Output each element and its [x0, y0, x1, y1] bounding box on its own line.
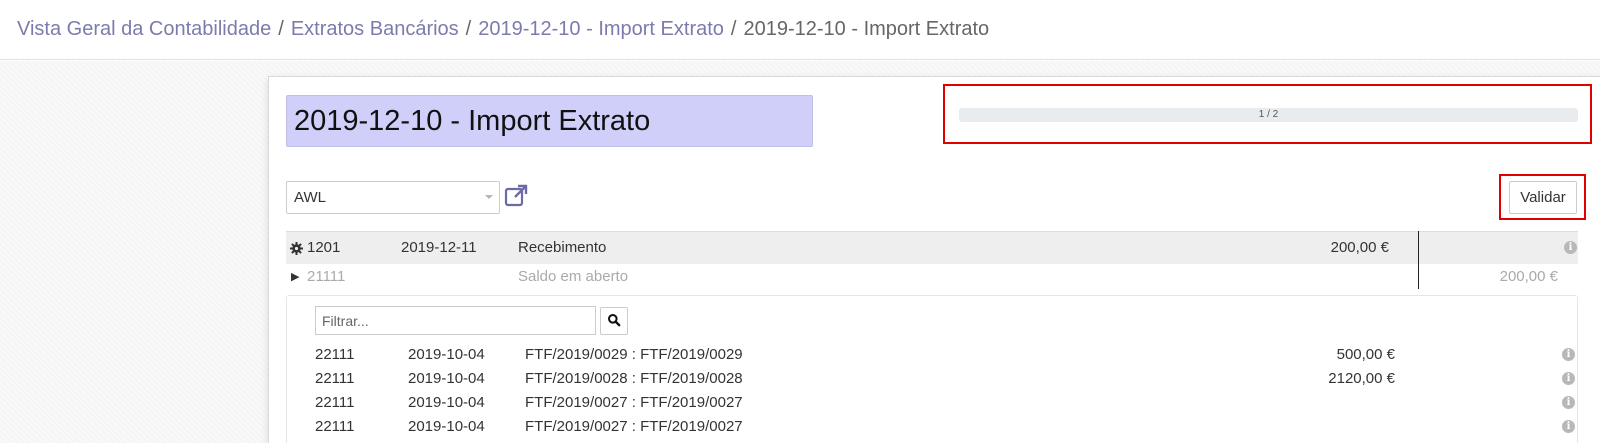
gear-icon[interactable] [290, 242, 303, 255]
info-icon[interactable]: i [1562, 396, 1575, 409]
statement-line-label: Recebimento [518, 239, 607, 256]
proposition-account: 22111 [315, 346, 355, 363]
statement-line-date: 2019-12-11 [401, 239, 477, 256]
statement-line-amount: 200,00 € [1330, 239, 1389, 256]
validate-button[interactable]: Validar [1509, 181, 1577, 214]
breadcrumb-bank-statements[interactable]: Extratos Bancários [291, 18, 459, 41]
proposition-row[interactable]: 22111 2019-10-04 FTF/2019/0027 : FTF/201… [315, 415, 1590, 439]
proposition-date: 2019-10-04 [408, 418, 485, 435]
proposition-label: FTF/2019/0027 : FTF/2019/0027 [525, 418, 743, 435]
statement-title: 2019-12-10 - Import Extrato [286, 95, 813, 147]
column-divider [1418, 231, 1419, 289]
proposition-row[interactable]: 22111 2019-10-04 FTF/2019/0028 : FTF/201… [315, 367, 1590, 391]
proposition-label: FTF/2019/0029 : FTF/2019/0029 [525, 346, 743, 363]
proposition-account: 22111 [315, 394, 355, 411]
partner-select[interactable]: AWL [286, 181, 500, 214]
partner-value: AWL [294, 189, 326, 206]
info-icon[interactable]: i [1562, 420, 1575, 433]
proposition-label: FTF/2019/0028 : FTF/2019/0028 [525, 370, 743, 387]
breadcrumb-statement[interactable]: 2019-12-10 - Import Extrato [478, 18, 724, 41]
proposition-amount: 500,00 € [1336, 346, 1395, 363]
filter-input[interactable] [315, 306, 596, 335]
breadcrumb: Vista Geral da Contabilidade / Extratos … [0, 0, 1600, 60]
proposition-account: 22111 [315, 370, 355, 387]
proposition-label: FTF/2019/0027 : FTF/2019/0027 [525, 394, 743, 411]
chevron-down-icon[interactable] [485, 195, 493, 199]
breadcrumb-accounting-overview[interactable]: Vista Geral da Contabilidade [17, 18, 271, 41]
proposition-row[interactable]: 22111 2019-10-04 FTF/2019/0027 : FTF/201… [315, 391, 1590, 415]
proposition-date: 2019-10-04 [408, 346, 485, 363]
info-icon[interactable]: i [1562, 348, 1575, 361]
external-link-icon[interactable] [503, 183, 529, 209]
open-balance-row[interactable]: ▶ 21111 Saldo em aberto 200,00 € [286, 264, 1578, 290]
search-icon [608, 313, 621, 326]
proposition-date: 2019-10-04 [408, 394, 485, 411]
proposition-date: 2019-10-04 [408, 370, 485, 387]
breadcrumb-separator: / [730, 18, 737, 40]
open-balance-label: Saldo em aberto [518, 268, 629, 285]
triangle-right-icon[interactable]: ▶ [291, 264, 299, 290]
breadcrumb-separator: / [278, 18, 284, 40]
info-icon[interactable]: i [1564, 241, 1577, 254]
search-button[interactable] [600, 307, 628, 335]
progress-label: 1 / 2 [1258, 109, 1279, 120]
breadcrumb-current: 2019-12-10 - Import Extrato [743, 18, 990, 40]
statement-line[interactable]: 1201 2019-12-11 Recebimento 200,00 € i [286, 231, 1578, 264]
statement-line-ref: 1201 [307, 239, 341, 256]
proposition-row[interactable]: 22111 2019-10-04 FTF/2019/0029 : FTF/201… [315, 343, 1590, 367]
open-balance-account: 21111 [307, 268, 346, 285]
open-balance-amount: 200,00 € [1499, 268, 1558, 285]
proposition-amount: 2120,00 € [1328, 370, 1395, 387]
proposition-account: 22111 [315, 418, 355, 435]
info-icon[interactable]: i [1562, 372, 1575, 385]
breadcrumb-separator: / [465, 18, 472, 40]
